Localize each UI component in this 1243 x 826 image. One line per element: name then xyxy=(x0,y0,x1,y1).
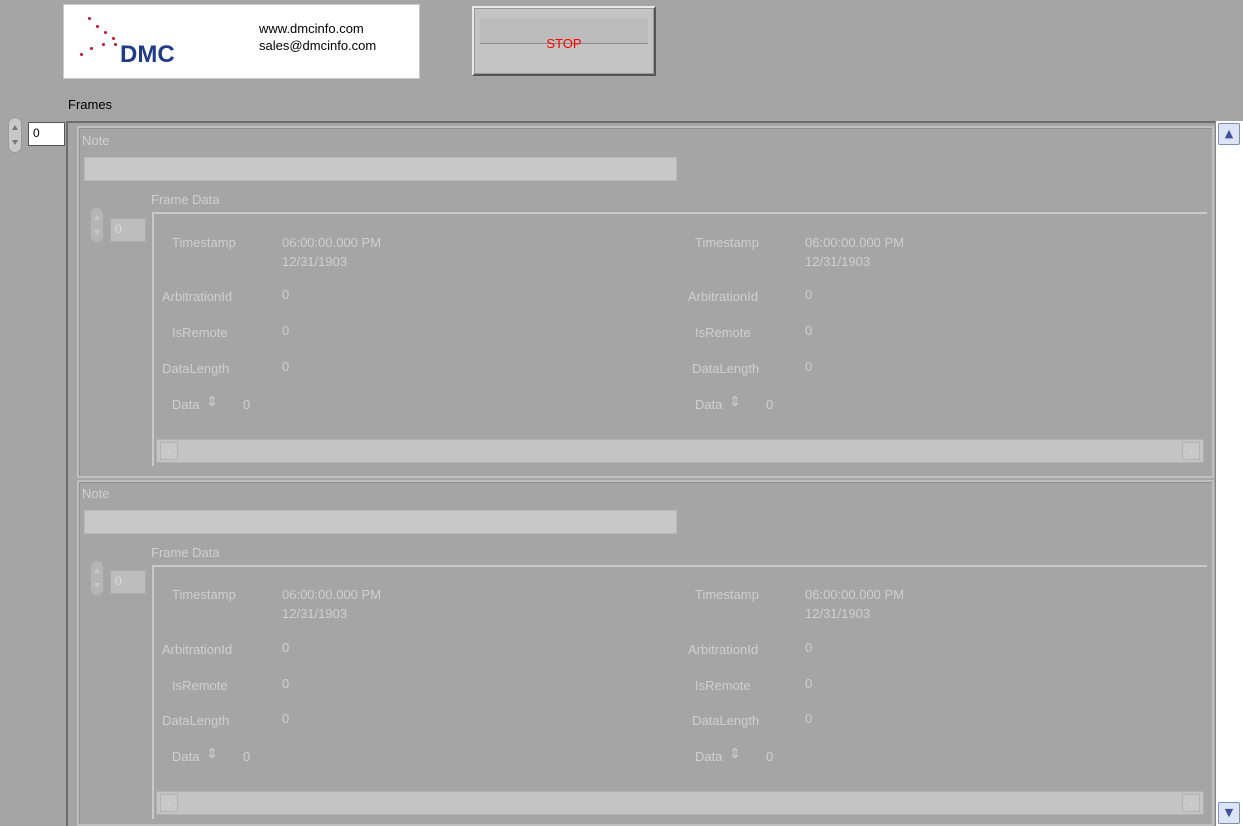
timestamp-time: 06:00:00.000 PM xyxy=(805,587,905,602)
datalength-label: DataLength xyxy=(162,361,230,376)
data-value: 0 xyxy=(243,397,251,412)
frames-index-spinner[interactable] xyxy=(8,117,22,153)
data-label: Data xyxy=(172,749,200,764)
scroll-right-icon[interactable]: › xyxy=(1182,442,1200,460)
data-spinner-icon[interactable]: ⇕ xyxy=(206,393,218,410)
data-label: Data xyxy=(695,397,723,412)
isremote-value: 0 xyxy=(805,323,813,338)
stop-button[interactable]: STOP xyxy=(472,6,656,76)
timestamp-date: 12/31/1903 xyxy=(805,254,871,269)
isremote-label: IsRemote xyxy=(695,325,751,340)
isremote-value: 0 xyxy=(805,676,813,691)
arbitration-id-label: ArbitrationId xyxy=(688,642,759,657)
data-spinner-icon[interactable]: ⇕ xyxy=(206,745,218,762)
timestamp-label: Timestamp xyxy=(172,587,236,602)
frame-data-label: Frame Data xyxy=(151,192,220,207)
frame-data-index-input[interactable]: 0 xyxy=(110,570,146,594)
frame-data-hscrollbar[interactable]: ‹ › xyxy=(156,439,1204,463)
isremote-value: 0 xyxy=(282,323,290,338)
note-field[interactable] xyxy=(84,157,677,181)
datalength-value: 0 xyxy=(805,359,813,374)
datalength-label: DataLength xyxy=(692,361,760,376)
timestamp-date: 12/31/1903 xyxy=(805,606,871,621)
timestamp-time: 06:00:00.000 PM xyxy=(805,235,905,250)
datalength-value: 0 xyxy=(282,359,290,374)
timestamp-label: Timestamp xyxy=(172,235,236,250)
isremote-label: IsRemote xyxy=(172,325,228,340)
arbitration-id-value: 0 xyxy=(282,287,290,302)
datalength-label: DataLength xyxy=(162,713,230,728)
frames-label: Frames xyxy=(68,97,113,112)
arbitration-id-label: ArbitrationId xyxy=(162,289,233,304)
scroll-left-icon[interactable]: ‹ xyxy=(160,794,178,812)
data-value: 0 xyxy=(766,749,774,764)
arbitration-id-value: 0 xyxy=(805,287,813,302)
scroll-right-icon[interactable]: › xyxy=(1182,794,1200,812)
scroll-up-icon[interactable]: ▲ xyxy=(1218,123,1240,145)
datalength-label: DataLength xyxy=(692,713,760,728)
dmc-logo: DMC www.dmcinfo.com sales@dmcinfo.com xyxy=(63,4,420,79)
timestamp-time: 06:00:00.000 PM xyxy=(282,587,382,602)
data-label: Data xyxy=(695,749,723,764)
frame-data-array xyxy=(152,212,1207,466)
note-field[interactable] xyxy=(84,510,677,534)
timestamp-date: 12/31/1903 xyxy=(282,606,348,621)
data-spinner-icon[interactable]: ⇕ xyxy=(729,745,741,762)
note-label: Note xyxy=(82,133,110,148)
isremote-label: IsRemote xyxy=(695,678,751,693)
frame-data-label: Frame Data xyxy=(151,545,220,560)
data-value: 0 xyxy=(766,397,774,412)
timestamp-label: Timestamp xyxy=(695,235,759,250)
timestamp-date: 12/31/1903 xyxy=(282,254,348,269)
frame-data-index-input[interactable]: 0 xyxy=(110,218,146,242)
arbitration-id-value: 0 xyxy=(282,640,290,655)
data-value: 0 xyxy=(243,749,251,764)
timestamp-time: 06:00:00.000 PM xyxy=(282,235,382,250)
frame-data-index-spinner[interactable] xyxy=(90,207,104,243)
datalength-value: 0 xyxy=(282,711,290,726)
logo-wordmark: DMC xyxy=(120,41,175,68)
frame-data-array xyxy=(152,565,1207,819)
website-text: www.dmcinfo.com xyxy=(259,21,364,36)
isremote-label: IsRemote xyxy=(172,678,228,693)
datalength-value: 0 xyxy=(805,711,813,726)
frame-data-hscrollbar[interactable]: ‹ › xyxy=(156,791,1204,815)
arbitration-id-label: ArbitrationId xyxy=(688,289,759,304)
arbitration-id-value: 0 xyxy=(805,640,813,655)
timestamp-label: Timestamp xyxy=(695,587,759,602)
note-label: Note xyxy=(82,486,110,501)
email-text: sales@dmcinfo.com xyxy=(259,38,377,53)
data-spinner-icon[interactable]: ⇕ xyxy=(729,393,741,410)
scroll-down-icon[interactable]: ▼ xyxy=(1218,802,1240,824)
arbitration-id-label: ArbitrationId xyxy=(162,642,233,657)
stop-button-label: STOP xyxy=(546,36,582,51)
data-label: Data xyxy=(172,397,200,412)
frame-data-index-spinner[interactable] xyxy=(90,560,104,596)
isremote-value: 0 xyxy=(282,676,290,691)
frames-vscrollbar[interactable]: ▲ ▼ xyxy=(1215,121,1243,826)
frames-index-input[interactable]: 0 xyxy=(28,122,65,146)
scroll-left-icon[interactable]: ‹ xyxy=(160,442,178,460)
